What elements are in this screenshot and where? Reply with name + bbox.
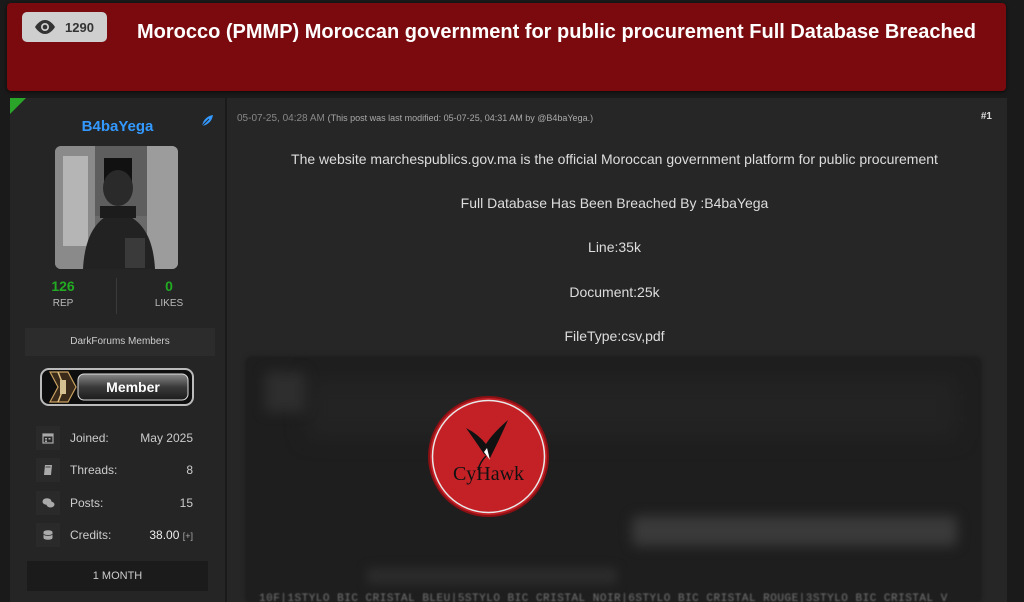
likes-label: LIKES (154, 298, 184, 309)
blurred-leak-text: 10F|1STYLO BIC CRISTAL BLEU|5STYLO BIC C… (259, 593, 948, 602)
stat-divider (116, 278, 117, 314)
views-badge: 1290 (22, 12, 107, 42)
credits-value-wrap: 38.00 [+] (149, 528, 193, 542)
eye-icon (35, 20, 55, 34)
blurred-area (265, 372, 305, 412)
thread-header: 1290 Morocco (PMMP) Moroccan government … (7, 3, 1006, 91)
blurred-area (367, 568, 617, 584)
info-posts: Posts: 15 (33, 489, 203, 517)
cyhawk-logo: CyHawk (430, 398, 547, 515)
post-line-4: Document:25k (569, 284, 660, 300)
logo-text: CyHawk (453, 463, 524, 485)
post-container: 05-07-25, 04:28 AM (This post was last m… (227, 98, 1007, 602)
post-line-2: Full Database Has Been Breached By :B4ba… (460, 195, 769, 211)
threads-label: Threads: (70, 463, 118, 477)
info-threads: Threads: 8 (33, 456, 203, 484)
post-line-5: FileType:csv,pdf (564, 328, 665, 344)
thread-title: Morocco (PMMP) Moroccan government for p… (136, 21, 977, 43)
post-number-link[interactable]: #1 (981, 111, 992, 122)
member-badge: Member (40, 368, 194, 406)
leak-preview-image[interactable]: CyHawk 10F|1STYLO BIC CRISTAL BLEU|5STYL… (247, 358, 980, 602)
post-meta: 05-07-25, 04:28 AM (This post was last m… (237, 113, 593, 124)
membership-duration: 1 MONTH (27, 561, 208, 591)
book-icon (36, 458, 60, 482)
post-line-3: Line:35k (588, 239, 641, 255)
user-stats: 126 REP 0 LIKES (10, 278, 225, 318)
post-modified: (This post was last modified: 05-07-25, … (327, 113, 594, 123)
info-credits: Credits: 38.00 [+] (33, 521, 203, 549)
leaf-icon (201, 115, 213, 127)
joined-label: Joined: (70, 431, 109, 445)
views-count: 1290 (65, 19, 94, 35)
credits-add-button[interactable]: [+] (183, 531, 193, 541)
blurred-area (632, 516, 957, 546)
joined-value: May 2025 (140, 431, 193, 445)
posts-value: 15 (179, 496, 193, 510)
calendar-icon (36, 426, 60, 450)
comments-icon (36, 491, 60, 515)
post-date: 05-07-25, 04:28 AM (237, 113, 325, 124)
badge-label: Member (106, 379, 160, 395)
info-joined: Joined: May 2025 (33, 424, 203, 452)
rep-value: 126 (51, 278, 75, 294)
user-group: DarkForums Members (25, 328, 215, 356)
likes-stat[interactable]: 0 LIKES (119, 278, 219, 309)
threads-value: 8 (186, 463, 193, 477)
online-indicator (10, 98, 26, 114)
rep-stat[interactable]: 126 REP (13, 278, 113, 309)
rep-label: REP (52, 298, 74, 309)
posts-label: Posts: (70, 496, 104, 510)
author-sidebar: B4baYega 126 REP 0 LIKES DarkForums Memb… (10, 98, 225, 602)
post-line-1: The website marchespublics.gov.ma is the… (291, 151, 938, 167)
credits-value: 38.00 (149, 528, 180, 542)
credits-label: Credits: (70, 528, 112, 542)
blurred-area (307, 378, 957, 438)
author-username[interactable]: B4baYega (10, 118, 225, 135)
coins-icon (36, 523, 60, 547)
avatar[interactable] (55, 146, 178, 269)
likes-value: 0 (165, 278, 173, 294)
